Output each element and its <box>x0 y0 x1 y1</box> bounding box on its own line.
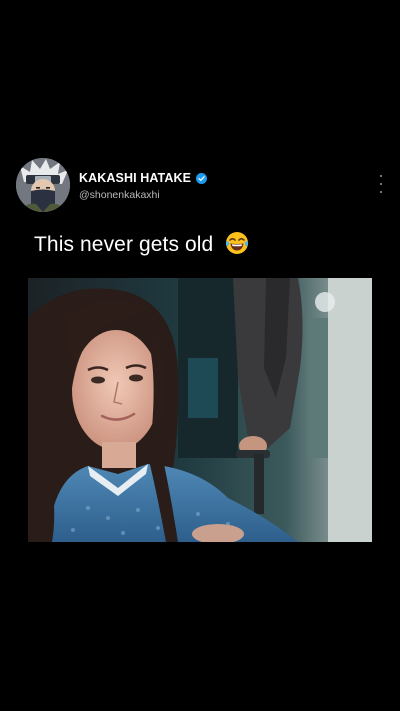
author-display-name[interactable]: KAKASHI HATAKE <box>79 171 191 185</box>
post-caption-text: This never gets old <box>34 233 214 256</box>
kakashi-avatar-icon <box>16 158 70 212</box>
post-header: KAKASHI HATAKE @shonenkakaxhi <box>16 158 386 214</box>
face-with-tears-of-joy-icon <box>226 232 249 255</box>
avatar[interactable] <box>16 158 70 212</box>
verified-badge-icon <box>196 172 208 184</box>
post-screen: KAKASHI HATAKE @shonenkakaxhi This never… <box>0 0 400 711</box>
vertical-ellipsis-icon <box>379 175 383 178</box>
vertical-ellipsis-icon <box>379 190 383 193</box>
post-video[interactable] <box>28 278 372 542</box>
author-handle[interactable]: @shonenkakaxhi <box>79 189 160 201</box>
vertical-ellipsis-icon <box>379 182 383 186</box>
post-caption: This never gets old <box>34 232 249 257</box>
author-name-row[interactable]: KAKASHI HATAKE <box>79 171 208 185</box>
more-options-button[interactable] <box>376 175 386 193</box>
woman-in-hospital-gown-wheelchair-image <box>28 278 372 542</box>
